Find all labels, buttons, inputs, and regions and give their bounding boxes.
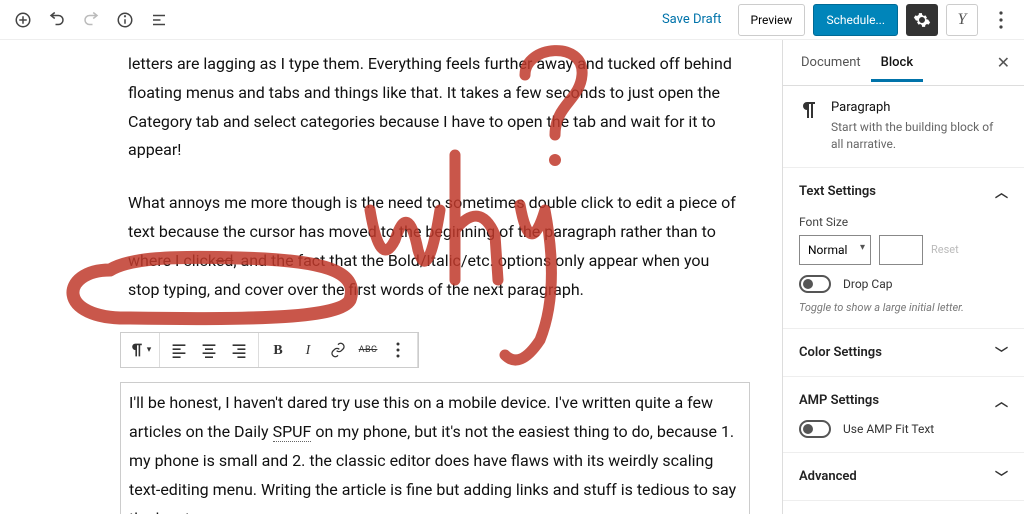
align-left-button[interactable] xyxy=(164,335,194,365)
paragraph-block-selected[interactable]: I'll be honest, I haven't dared try use … xyxy=(120,382,750,514)
topbar-left-tools xyxy=(8,5,174,35)
paragraph-icon xyxy=(799,100,819,124)
close-sidebar-button[interactable]: ✕ xyxy=(991,49,1016,76)
text-settings-panel: Text Settings ︿ Font Size Normal Reset xyxy=(783,168,1024,329)
panel-title: AMP Settings xyxy=(799,393,879,408)
link-button[interactable] xyxy=(323,335,353,365)
italic-button[interactable]: I xyxy=(293,335,323,365)
editor-top-bar: Save Draft Preview Schedule... Y xyxy=(0,0,1024,40)
color-settings-toggle[interactable]: Color Settings ﹀ xyxy=(799,343,1008,362)
font-size-custom-input[interactable] xyxy=(879,235,923,265)
redo-button[interactable] xyxy=(76,5,106,35)
block-type-title: Paragraph xyxy=(831,100,1008,115)
strikethrough-button[interactable]: ABC xyxy=(353,335,383,365)
font-size-select[interactable]: Normal xyxy=(799,235,871,265)
block-type-description: Start with the building block of all nar… xyxy=(831,119,1008,153)
block-info-panel: Paragraph Start with the building block … xyxy=(783,86,1024,168)
yoast-button[interactable]: Y xyxy=(946,4,978,36)
save-draft-button[interactable]: Save Draft xyxy=(654,6,730,33)
text-settings-toggle[interactable]: Text Settings ︿ xyxy=(799,182,1008,201)
drop-cap-toggle[interactable] xyxy=(799,275,831,293)
settings-sidebar: Document Block ✕ Paragraph Start with th… xyxy=(782,40,1024,514)
font-size-reset-button[interactable]: Reset xyxy=(931,243,959,256)
chevron-down-icon: ﹀ xyxy=(995,467,1008,486)
tab-document[interactable]: Document xyxy=(791,43,871,82)
drop-cap-help-text: Toggle to show a large initial letter. xyxy=(799,301,1008,314)
amp-settings-panel: AMP Settings ︿ Use AMP Fit Text xyxy=(783,377,1024,453)
font-size-label: Font Size xyxy=(799,215,1008,229)
sidebar-tabs: Document Block ✕ xyxy=(783,40,1024,86)
panel-title: Color Settings xyxy=(799,345,882,360)
drop-cap-label: Drop Cap xyxy=(843,277,892,291)
paragraph-block[interactable]: letters are lagging as I type them. Ever… xyxy=(128,50,742,165)
schedule-button[interactable]: Schedule... xyxy=(813,4,898,36)
panel-title: Text Settings xyxy=(799,184,876,199)
more-rich-text-button[interactable] xyxy=(383,335,413,365)
bold-button[interactable]: B xyxy=(263,335,293,365)
chevron-up-icon: ︿ xyxy=(995,182,1008,201)
align-center-button[interactable] xyxy=(194,335,224,365)
topbar-right-actions: Save Draft Preview Schedule... Y xyxy=(654,4,1016,36)
settings-toggle-button[interactable] xyxy=(906,4,938,36)
block-navigation-button[interactable] xyxy=(144,5,174,35)
editor-canvas[interactable]: letters are lagging as I type them. Ever… xyxy=(0,40,782,514)
advanced-panel: Advanced ﹀ xyxy=(783,453,1024,501)
preview-button[interactable]: Preview xyxy=(738,4,806,36)
more-menu-button[interactable] xyxy=(986,5,1016,35)
align-right-button[interactable] xyxy=(224,335,254,365)
paragraph-block[interactable]: What annoys me more though is the need t… xyxy=(128,189,742,304)
tab-block[interactable]: Block xyxy=(871,43,923,82)
chevron-up-icon: ︿ xyxy=(995,391,1008,410)
content-info-button[interactable] xyxy=(110,5,140,35)
advanced-toggle[interactable]: Advanced ﹀ xyxy=(799,467,1008,486)
change-block-type-button[interactable]: ▾ xyxy=(125,335,155,365)
amp-settings-toggle[interactable]: AMP Settings ︿ xyxy=(799,391,1008,410)
spellcheck-word: SPUF xyxy=(273,422,312,442)
panel-title: Advanced xyxy=(799,469,857,484)
amp-fit-text-label: Use AMP Fit Text xyxy=(843,422,934,436)
block-toolbar: ▾ B I ABC xyxy=(120,332,419,368)
undo-button[interactable] xyxy=(42,5,72,35)
chevron-down-icon: ﹀ xyxy=(995,343,1008,362)
amp-fit-text-toggle[interactable] xyxy=(799,420,831,438)
strikethrough-text: ed xyxy=(216,251,234,270)
add-block-button[interactable] xyxy=(8,5,38,35)
color-settings-panel: Color Settings ﹀ xyxy=(783,329,1024,377)
